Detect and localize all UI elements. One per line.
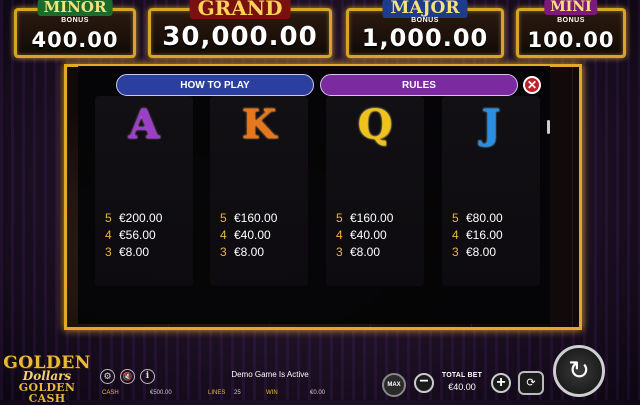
jackpot-mini-bonus: BONUS <box>557 17 585 24</box>
pay-count: 3 <box>220 245 227 259</box>
tab-rules[interactable]: RULES <box>320 74 518 96</box>
pay-value: €8.00 <box>234 245 265 259</box>
jackpot-bar: MINOR BONUS 400.00 GRAND 30,000.00 MAJOR… <box>0 0 640 60</box>
jackpot-major: MAJOR BONUS 1,000.00 <box>346 0 504 58</box>
total-bet-label: TOTAL BET <box>441 372 483 379</box>
symbol-a: A <box>128 101 160 148</box>
pay-value: €40.00 <box>234 228 271 242</box>
tab-how-to-play[interactable]: HOW TO PLAY <box>116 74 314 96</box>
jackpot-major-value: 1,000.00 <box>361 24 489 52</box>
close-button[interactable]: ✕ <box>523 76 541 94</box>
pay-value: €16.00 <box>466 228 503 242</box>
pay-count: 5 <box>220 211 227 225</box>
pay-value: €56.00 <box>119 228 156 242</box>
pay-count: 5 <box>105 211 112 225</box>
pay-value: €8.00 <box>350 245 381 259</box>
info-row: CASH €500.00 LINES 25 WIN €0.00 <box>96 389 396 399</box>
decrease-bet-button[interactable]: − <box>414 373 434 393</box>
symbol-q: Q <box>357 101 393 148</box>
total-bet-value: €40.00 <box>448 382 476 392</box>
cash-label: CASH <box>102 390 119 396</box>
game-logo: GOLDEN Dollars GOLDEN CASH <box>2 355 92 405</box>
paytable-tabs: HOW TO PLAY RULES <box>116 74 558 96</box>
jackpot-grand: GRAND 30,000.00 <box>148 0 332 58</box>
jackpot-mini-value: 100.00 <box>527 28 615 52</box>
symbol-k: K <box>241 101 277 148</box>
cash-value: €500.00 <box>150 390 172 396</box>
pay-value: €160.00 <box>350 211 394 225</box>
jackpot-mini: MINI BONUS 100.00 <box>516 0 626 58</box>
pay-count: 3 <box>336 245 343 259</box>
pay-value: €200.00 <box>119 211 163 225</box>
pay-count: 3 <box>452 245 459 259</box>
settings-icon[interactable]: ⚙ <box>100 369 115 384</box>
paytable-j: 5 €80.00 4 €16.00 3 €8.00 <box>452 210 503 261</box>
max-bet-button[interactable]: MAX <box>382 373 406 397</box>
win-value: €0.00 <box>310 390 326 396</box>
paytable-q: 5 €160.00 4 €40.00 3 €8.00 <box>336 210 393 261</box>
demo-status: Demo Game Is Active <box>231 370 309 379</box>
info-icon[interactable]: i <box>140 369 155 384</box>
sound-off-icon[interactable]: 🔇 <box>120 369 135 384</box>
symbol-j: J <box>481 101 501 148</box>
jackpot-grand-value: 30,000.00 <box>162 22 318 52</box>
jackpot-minor-bonus: BONUS <box>61 17 89 24</box>
win-label: WIN <box>266 390 278 396</box>
jackpot-major-bonus: BONUS <box>411 17 439 24</box>
pay-value: €80.00 <box>466 211 503 225</box>
pay-count: 3 <box>105 245 112 259</box>
jackpot-minor-value: 400.00 <box>31 28 119 52</box>
jackpot-minor-label: MINOR <box>37 0 113 16</box>
paytable-a: 5 €200.00 4 €56.00 3 €8.00 <box>105 210 162 261</box>
pay-count: 5 <box>452 211 459 225</box>
scrollbar[interactable] <box>547 120 550 134</box>
pay-value: €8.00 <box>119 245 150 259</box>
logo-line-goldencash: GOLDEN CASH <box>18 381 76 405</box>
pay-count: 4 <box>105 228 112 242</box>
lines-label: LINES <box>208 390 226 396</box>
increase-bet-button[interactable]: + <box>491 373 511 393</box>
paytable-k: 5 €160.00 4 €40.00 3 €8.00 <box>220 210 277 261</box>
pay-count: 5 <box>336 211 343 225</box>
autoplay-button[interactable]: ⟳ <box>518 371 544 395</box>
pay-count: 4 <box>452 228 459 242</box>
jackpot-grand-label: GRAND <box>189 0 291 19</box>
pay-value: €160.00 <box>234 211 278 225</box>
spin-button[interactable]: ↻ <box>553 345 605 397</box>
pay-count: 4 <box>336 228 343 242</box>
pay-value: €40.00 <box>350 228 387 242</box>
jackpot-major-label: MAJOR <box>382 0 468 18</box>
jackpot-minor: MINOR BONUS 400.00 <box>14 0 136 58</box>
pay-value: €8.00 <box>466 245 497 259</box>
pay-count: 4 <box>220 228 227 242</box>
lines-value: 25 <box>234 390 241 396</box>
jackpot-mini-label: MINI <box>544 0 598 15</box>
